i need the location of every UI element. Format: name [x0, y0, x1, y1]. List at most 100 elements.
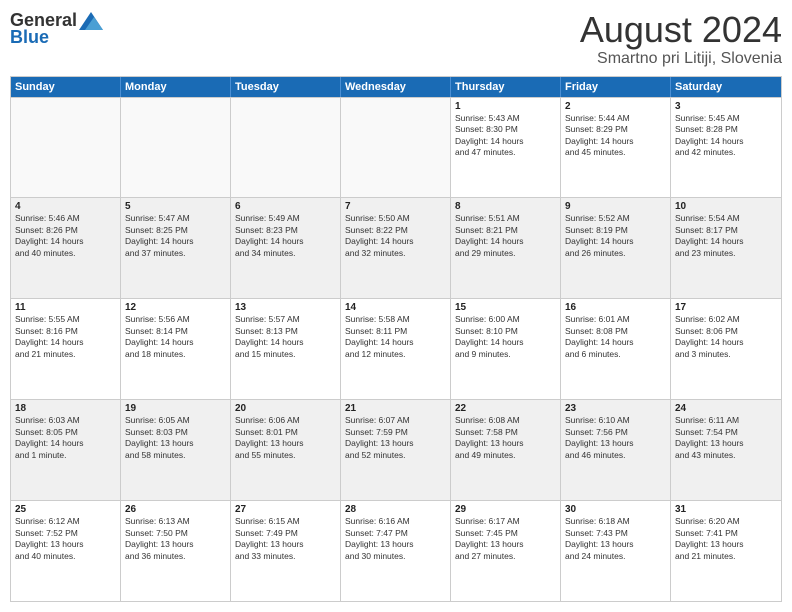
cell-info: Sunrise: 6:15 AM Sunset: 7:49 PM Dayligh…	[235, 516, 336, 562]
cal-cell-2-4: 15Sunrise: 6:00 AM Sunset: 8:10 PM Dayli…	[451, 299, 561, 399]
day-number: 19	[125, 403, 226, 414]
cell-info: Sunrise: 6:03 AM Sunset: 8:05 PM Dayligh…	[15, 415, 116, 461]
day-number: 2	[565, 101, 666, 112]
cell-info: Sunrise: 6:17 AM Sunset: 7:45 PM Dayligh…	[455, 516, 556, 562]
day-number: 28	[345, 504, 446, 515]
cal-cell-4-5: 30Sunrise: 6:18 AM Sunset: 7:43 PM Dayli…	[561, 501, 671, 601]
day-number: 29	[455, 504, 556, 515]
day-number: 23	[565, 403, 666, 414]
day-number: 26	[125, 504, 226, 515]
cal-cell-2-0: 11Sunrise: 5:55 AM Sunset: 8:16 PM Dayli…	[11, 299, 121, 399]
cell-info: Sunrise: 5:55 AM Sunset: 8:16 PM Dayligh…	[15, 314, 116, 360]
cell-info: Sunrise: 6:02 AM Sunset: 8:06 PM Dayligh…	[675, 314, 777, 360]
cell-info: Sunrise: 5:45 AM Sunset: 8:28 PM Dayligh…	[675, 113, 777, 159]
cell-info: Sunrise: 5:52 AM Sunset: 8:19 PM Dayligh…	[565, 213, 666, 259]
day-number: 17	[675, 302, 777, 313]
day-number: 6	[235, 201, 336, 212]
cal-cell-1-3: 7Sunrise: 5:50 AM Sunset: 8:22 PM Daylig…	[341, 198, 451, 298]
cal-header-friday: Friday	[561, 77, 671, 97]
header: General Blue August 2024 Smartno pri Lit…	[10, 10, 782, 68]
cell-info: Sunrise: 5:51 AM Sunset: 8:21 PM Dayligh…	[455, 213, 556, 259]
cell-info: Sunrise: 5:50 AM Sunset: 8:22 PM Dayligh…	[345, 213, 446, 259]
day-number: 25	[15, 504, 116, 515]
logo: General Blue	[10, 10, 103, 48]
cell-info: Sunrise: 6:13 AM Sunset: 7:50 PM Dayligh…	[125, 516, 226, 562]
cal-cell-2-5: 16Sunrise: 6:01 AM Sunset: 8:08 PM Dayli…	[561, 299, 671, 399]
cal-cell-0-5: 2Sunrise: 5:44 AM Sunset: 8:29 PM Daylig…	[561, 98, 671, 198]
day-number: 1	[455, 101, 556, 112]
cal-cell-3-1: 19Sunrise: 6:05 AM Sunset: 8:03 PM Dayli…	[121, 400, 231, 500]
cal-cell-0-3	[341, 98, 451, 198]
day-number: 15	[455, 302, 556, 313]
day-number: 10	[675, 201, 777, 212]
cell-info: Sunrise: 5:47 AM Sunset: 8:25 PM Dayligh…	[125, 213, 226, 259]
cal-header-tuesday: Tuesday	[231, 77, 341, 97]
day-number: 24	[675, 403, 777, 414]
cal-row-2: 11Sunrise: 5:55 AM Sunset: 8:16 PM Dayli…	[11, 298, 781, 399]
cal-cell-4-6: 31Sunrise: 6:20 AM Sunset: 7:41 PM Dayli…	[671, 501, 781, 601]
cal-cell-2-3: 14Sunrise: 5:58 AM Sunset: 8:11 PM Dayli…	[341, 299, 451, 399]
cal-header-wednesday: Wednesday	[341, 77, 451, 97]
cell-info: Sunrise: 6:07 AM Sunset: 7:59 PM Dayligh…	[345, 415, 446, 461]
cal-header-thursday: Thursday	[451, 77, 561, 97]
day-number: 16	[565, 302, 666, 313]
calendar-header: SundayMondayTuesdayWednesdayThursdayFrid…	[11, 77, 781, 97]
day-number: 12	[125, 302, 226, 313]
day-number: 9	[565, 201, 666, 212]
cal-row-4: 25Sunrise: 6:12 AM Sunset: 7:52 PM Dayli…	[11, 500, 781, 601]
day-number: 18	[15, 403, 116, 414]
cal-cell-3-5: 23Sunrise: 6:10 AM Sunset: 7:56 PM Dayli…	[561, 400, 671, 500]
cal-cell-3-0: 18Sunrise: 6:03 AM Sunset: 8:05 PM Dayli…	[11, 400, 121, 500]
day-number: 30	[565, 504, 666, 515]
cal-header-monday: Monday	[121, 77, 231, 97]
cal-cell-0-1	[121, 98, 231, 198]
cal-row-1: 4Sunrise: 5:46 AM Sunset: 8:26 PM Daylig…	[11, 197, 781, 298]
cell-info: Sunrise: 6:05 AM Sunset: 8:03 PM Dayligh…	[125, 415, 226, 461]
day-number: 3	[675, 101, 777, 112]
cal-cell-3-6: 24Sunrise: 6:11 AM Sunset: 7:54 PM Dayli…	[671, 400, 781, 500]
cal-header-sunday: Sunday	[11, 77, 121, 97]
day-number: 14	[345, 302, 446, 313]
cell-info: Sunrise: 6:18 AM Sunset: 7:43 PM Dayligh…	[565, 516, 666, 562]
day-number: 13	[235, 302, 336, 313]
cal-cell-2-1: 12Sunrise: 5:56 AM Sunset: 8:14 PM Dayli…	[121, 299, 231, 399]
cal-row-0: 1Sunrise: 5:43 AM Sunset: 8:30 PM Daylig…	[11, 97, 781, 198]
cal-cell-1-2: 6Sunrise: 5:49 AM Sunset: 8:23 PM Daylig…	[231, 198, 341, 298]
cell-info: Sunrise: 5:58 AM Sunset: 8:11 PM Dayligh…	[345, 314, 446, 360]
cal-cell-1-6: 10Sunrise: 5:54 AM Sunset: 8:17 PM Dayli…	[671, 198, 781, 298]
cell-info: Sunrise: 5:49 AM Sunset: 8:23 PM Dayligh…	[235, 213, 336, 259]
cal-cell-3-4: 22Sunrise: 6:08 AM Sunset: 7:58 PM Dayli…	[451, 400, 561, 500]
cell-info: Sunrise: 5:57 AM Sunset: 8:13 PM Dayligh…	[235, 314, 336, 360]
cell-info: Sunrise: 6:01 AM Sunset: 8:08 PM Dayligh…	[565, 314, 666, 360]
cell-info: Sunrise: 5:43 AM Sunset: 8:30 PM Dayligh…	[455, 113, 556, 159]
cell-info: Sunrise: 6:12 AM Sunset: 7:52 PM Dayligh…	[15, 516, 116, 562]
cal-row-3: 18Sunrise: 6:03 AM Sunset: 8:05 PM Dayli…	[11, 399, 781, 500]
cell-info: Sunrise: 6:00 AM Sunset: 8:10 PM Dayligh…	[455, 314, 556, 360]
day-number: 11	[15, 302, 116, 313]
day-number: 4	[15, 201, 116, 212]
cell-info: Sunrise: 6:16 AM Sunset: 7:47 PM Dayligh…	[345, 516, 446, 562]
cell-info: Sunrise: 6:10 AM Sunset: 7:56 PM Dayligh…	[565, 415, 666, 461]
cal-cell-1-0: 4Sunrise: 5:46 AM Sunset: 8:26 PM Daylig…	[11, 198, 121, 298]
cal-cell-4-2: 27Sunrise: 6:15 AM Sunset: 7:49 PM Dayli…	[231, 501, 341, 601]
cell-info: Sunrise: 5:54 AM Sunset: 8:17 PM Dayligh…	[675, 213, 777, 259]
cal-cell-1-4: 8Sunrise: 5:51 AM Sunset: 8:21 PM Daylig…	[451, 198, 561, 298]
page: General Blue August 2024 Smartno pri Lit…	[0, 0, 792, 612]
logo-blue: Blue	[10, 27, 49, 48]
day-number: 22	[455, 403, 556, 414]
title-section: August 2024 Smartno pri Litiji, Slovenia	[580, 10, 782, 68]
day-number: 8	[455, 201, 556, 212]
logo-icon	[79, 12, 103, 30]
cell-info: Sunrise: 6:20 AM Sunset: 7:41 PM Dayligh…	[675, 516, 777, 562]
cell-info: Sunrise: 6:06 AM Sunset: 8:01 PM Dayligh…	[235, 415, 336, 461]
month-title: August 2024	[580, 10, 782, 50]
cal-cell-4-4: 29Sunrise: 6:17 AM Sunset: 7:45 PM Dayli…	[451, 501, 561, 601]
cal-header-saturday: Saturday	[671, 77, 781, 97]
calendar: SundayMondayTuesdayWednesdayThursdayFrid…	[10, 76, 782, 602]
location: Smartno pri Litiji, Slovenia	[580, 50, 782, 68]
day-number: 21	[345, 403, 446, 414]
cal-cell-4-1: 26Sunrise: 6:13 AM Sunset: 7:50 PM Dayli…	[121, 501, 231, 601]
cell-info: Sunrise: 5:46 AM Sunset: 8:26 PM Dayligh…	[15, 213, 116, 259]
cal-cell-3-3: 21Sunrise: 6:07 AM Sunset: 7:59 PM Dayli…	[341, 400, 451, 500]
cell-info: Sunrise: 6:08 AM Sunset: 7:58 PM Dayligh…	[455, 415, 556, 461]
